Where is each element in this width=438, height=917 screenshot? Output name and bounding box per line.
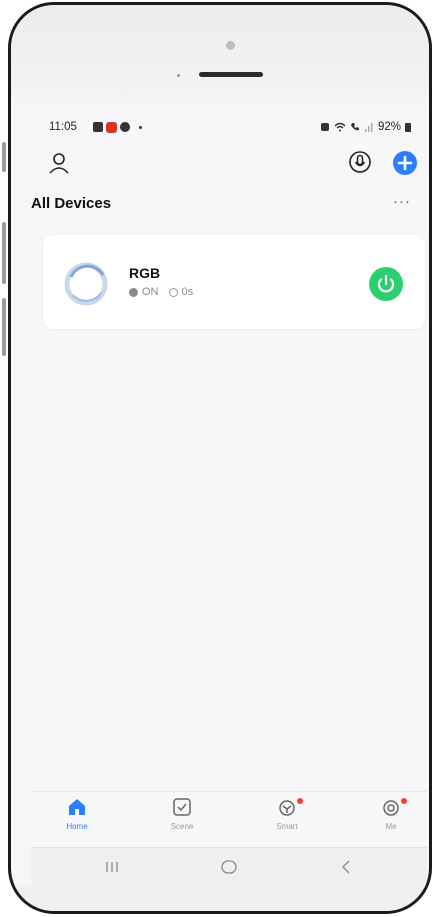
- more-notifications-dot: [139, 125, 142, 129]
- phone-frame: 11:05 92% All Devices ··· RGB ON 0s Home…: [8, 2, 432, 914]
- status-bar: 11:05 92%: [31, 119, 427, 139]
- tab-me-label: Me: [385, 822, 397, 831]
- smart-notification-badge: [297, 798, 303, 804]
- top-bezel: [11, 5, 429, 105]
- online-status-icon: [129, 287, 138, 297]
- battery-percent: 92%: [377, 121, 401, 133]
- power-button[interactable]: [369, 267, 403, 301]
- add-device-button[interactable]: [393, 151, 417, 175]
- notification-icons: [93, 119, 142, 135]
- battery-icon: [405, 122, 411, 132]
- tab-home[interactable]: Home: [47, 798, 107, 831]
- app-screen: 11:05 92% All Devices ··· RGB ON 0s Home…: [31, 109, 427, 888]
- wifi-icon: [334, 122, 346, 132]
- device-state: ON: [142, 286, 159, 298]
- alarm-icon: [320, 123, 329, 131]
- system-icons: 92%: [320, 121, 411, 133]
- recent-apps-icon[interactable]: [97, 856, 127, 878]
- back-icon[interactable]: [331, 856, 361, 878]
- top-bar: [31, 151, 427, 181]
- tab-smart-label: Smart: [276, 822, 298, 831]
- facebook-icon: [120, 122, 130, 132]
- me-icon: [383, 800, 399, 816]
- scene-icon: [173, 798, 191, 816]
- rgb-ring-icon: [64, 262, 108, 306]
- tab-home-label: Home: [66, 822, 88, 831]
- microphone-icon[interactable]: [349, 151, 371, 173]
- device-card[interactable]: RGB ON 0s: [43, 235, 425, 329]
- sensor-dot: [177, 74, 180, 77]
- user-profile-icon[interactable]: [47, 151, 71, 175]
- me-notification-badge: [401, 798, 407, 804]
- bottom-bezel: [11, 885, 429, 911]
- call-icon: [350, 123, 359, 131]
- signal-icon: [364, 123, 373, 132]
- smart-icon: [279, 800, 295, 816]
- plus-icon: [397, 155, 413, 171]
- bottom-tab-bar: Home Scene Smart Me: [31, 791, 427, 848]
- device-name: RGB: [129, 265, 161, 281]
- system-navigation-bar: [31, 847, 427, 888]
- status-time: 11:05: [49, 121, 77, 133]
- more-options-icon[interactable]: ···: [393, 193, 411, 210]
- home-icon: [69, 799, 85, 815]
- device-timer: 0s: [181, 286, 194, 298]
- tab-scene-label: Scene: [170, 822, 194, 831]
- tab-smart[interactable]: Smart: [257, 798, 317, 831]
- app-notification-icon: [106, 121, 117, 133]
- page-title: All Devices: [31, 195, 112, 212]
- side-button-2: [2, 222, 6, 284]
- side-button-3: [2, 298, 6, 356]
- power-icon: [377, 274, 395, 293]
- gallery-icon: [93, 122, 103, 132]
- tab-scene[interactable]: Scene: [152, 798, 212, 831]
- device-status: ON 0s: [129, 286, 193, 298]
- home-circle-icon[interactable]: [214, 856, 244, 878]
- front-camera: [226, 41, 235, 50]
- tab-me[interactable]: Me: [361, 798, 421, 831]
- earpiece-speaker: [199, 72, 263, 77]
- timer-icon: [168, 287, 178, 297]
- side-button-1: [2, 142, 6, 172]
